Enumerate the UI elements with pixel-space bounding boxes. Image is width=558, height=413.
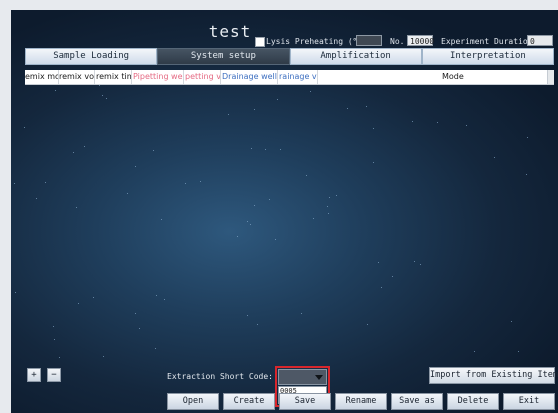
column-header-premix-mode[interactable]: emix moc xyxy=(25,70,59,84)
table-body[interactable] xyxy=(25,85,554,360)
tab-sample-loading[interactable]: Sample Loading xyxy=(25,48,158,65)
number-input[interactable]: 10000 xyxy=(407,35,434,46)
table-header: emix moc remix vo remix time Pipetting w… xyxy=(25,70,554,85)
tab-bar: Sample Loading System setup Amplificatio… xyxy=(25,48,554,65)
column-header-premix-volume[interactable]: remix vo xyxy=(59,70,95,84)
column-header-drainage-volume[interactable]: rainage vo xyxy=(279,70,318,84)
save-button[interactable]: Save xyxy=(279,393,331,410)
rename-button[interactable]: Rename xyxy=(335,393,387,410)
column-header-pipetting-well[interactable]: Pipetting well xyxy=(133,70,184,84)
add-row-button[interactable]: + xyxy=(27,368,41,382)
lysis-preheating-label: Lysis Preheating (℃) xyxy=(266,37,367,46)
open-button[interactable]: Open xyxy=(167,393,219,410)
exit-button[interactable]: Exit xyxy=(503,393,555,410)
column-header-drainage-well[interactable]: Drainage well xyxy=(222,70,278,84)
lysis-preheating-input[interactable] xyxy=(356,35,382,46)
lysis-preheating-checkbox[interactable] xyxy=(255,37,265,47)
star-dot xyxy=(15,292,16,293)
column-header-mode[interactable]: Mode xyxy=(442,70,482,84)
action-bar: Open Create Save Rename Save as Delete E… xyxy=(167,393,558,410)
tab-interpretation[interactable]: Interpretation xyxy=(421,48,554,65)
experiment-title: test xyxy=(208,22,252,41)
dropdown-arrow-icon[interactable] xyxy=(315,375,323,380)
remove-row-button[interactable]: − xyxy=(47,368,61,382)
save-as-button[interactable]: Save as xyxy=(391,393,443,410)
short-code-dropdown[interactable] xyxy=(278,369,327,385)
delete-button[interactable]: Delete xyxy=(447,393,499,410)
table-scrollbar[interactable] xyxy=(547,70,554,84)
create-button[interactable]: Create xyxy=(223,393,275,410)
duration-input[interactable]: 0 xyxy=(527,35,553,46)
tab-system-setup[interactable]: System setup xyxy=(157,48,290,65)
number-label: No. xyxy=(390,37,405,46)
app-window: test Lysis Preheating (℃) No. 10000 Expe… xyxy=(11,10,558,413)
import-existing-item-button[interactable]: Import from Existing Item xyxy=(429,367,558,384)
column-header-premix-time[interactable]: remix time xyxy=(96,70,132,84)
duration-label: Experiment Duration xyxy=(441,37,533,46)
star-dot xyxy=(14,183,15,184)
tab-amplification[interactable]: Amplification xyxy=(289,48,422,65)
column-header-pipetting-volume[interactable]: petting vo xyxy=(185,70,221,84)
extraction-short-code-label: Extraction Short Code: xyxy=(167,372,273,381)
